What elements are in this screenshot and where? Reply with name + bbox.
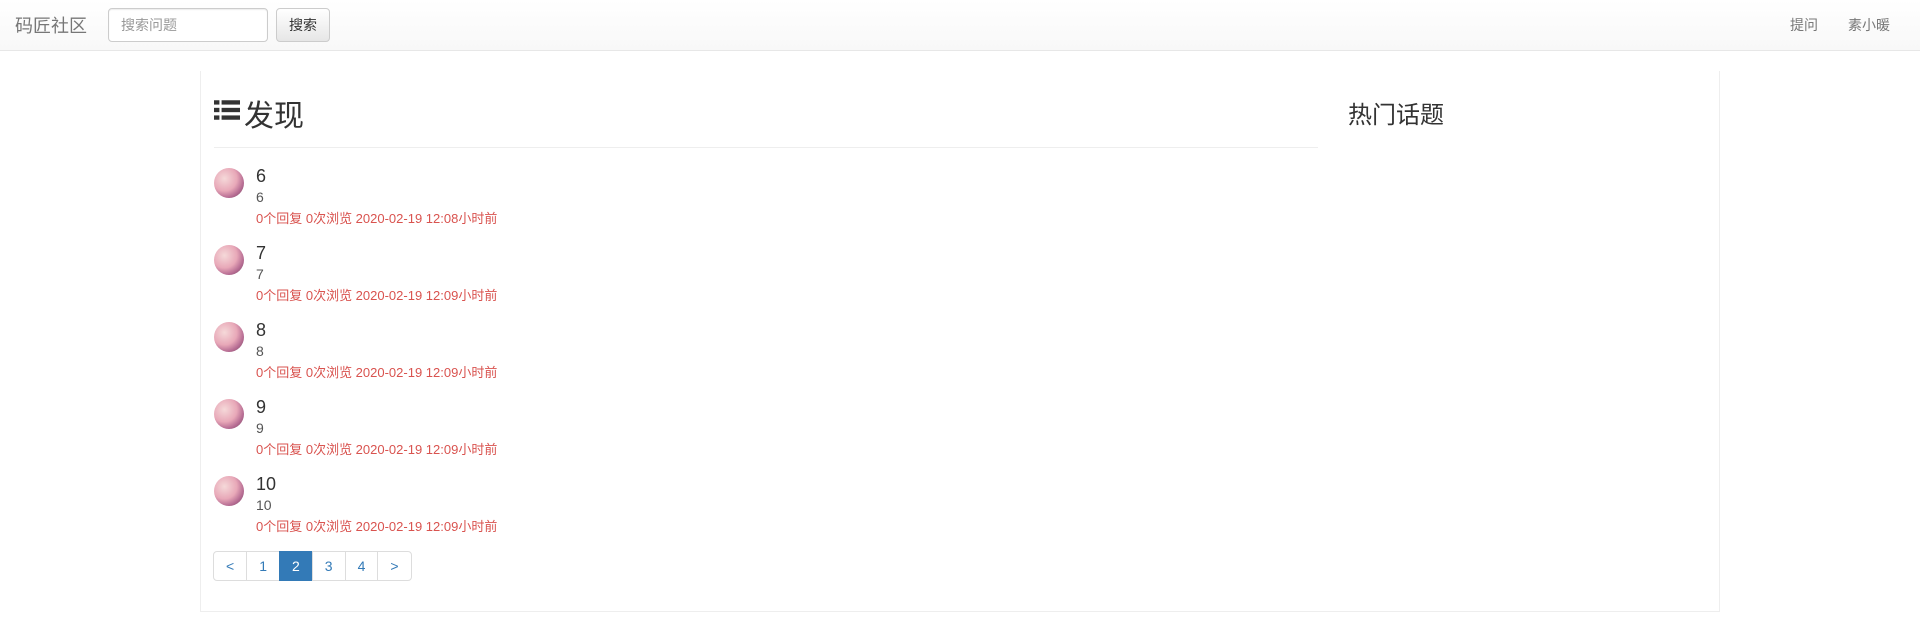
question-subtitle: 6 — [256, 189, 497, 205]
question-meta: 0个回复 0次浏览 2020-02-19 12:09小时前 — [256, 439, 497, 458]
question-meta: 0个回复 0次浏览 2020-02-19 12:08小时前 — [256, 208, 497, 227]
question-body: 8 8 0个回复 0次浏览 2020-02-19 12:09小时前 — [256, 320, 497, 381]
question-meta: 0个回复 0次浏览 2020-02-19 12:09小时前 — [256, 285, 497, 304]
brand-link[interactable]: 码匠社区 — [15, 12, 102, 38]
pagination: <1234> — [214, 551, 1318, 581]
question-meta: 0个回复 0次浏览 2020-02-19 12:09小时前 — [256, 362, 497, 381]
question-item: 8 8 0个回复 0次浏览 2020-02-19 12:09小时前 — [214, 320, 1318, 381]
avatar[interactable] — [214, 322, 244, 352]
question-item: 10 10 0个回复 0次浏览 2020-02-19 12:09小时前 — [214, 474, 1318, 535]
pagination-page-2[interactable]: 2 — [280, 552, 312, 580]
nav-ask-link[interactable]: 提问 — [1775, 0, 1833, 50]
nav-user-link[interactable]: 素小暖 — [1833, 0, 1905, 50]
question-item: 9 9 0个回复 0次浏览 2020-02-19 12:09小时前 — [214, 397, 1318, 458]
question-body: 9 9 0个回复 0次浏览 2020-02-19 12:09小时前 — [256, 397, 497, 458]
page-title: 发现 — [214, 91, 1318, 135]
avatar[interactable] — [214, 399, 244, 429]
pagination-prev[interactable]: < — [214, 552, 246, 580]
sidebar: 热门话题 — [1333, 91, 1706, 581]
question-subtitle: 9 — [256, 420, 497, 436]
question-subtitle: 10 — [256, 497, 497, 513]
avatar[interactable] — [214, 476, 244, 506]
nav-right: 提问 素小暖 — [1775, 0, 1905, 50]
question-title[interactable]: 8 — [256, 320, 497, 341]
content-container: 发现 6 6 0个回复 0次浏览 2020-02-19 12:08小时前 7 7 0个回复… — [200, 71, 1720, 612]
main-column: 发现 6 6 0个回复 0次浏览 2020-02-19 12:08小时前 7 7 0个回复… — [214, 91, 1333, 581]
pagination-page-3[interactable]: 3 — [313, 552, 345, 580]
divider — [214, 147, 1318, 148]
question-title[interactable]: 9 — [256, 397, 497, 418]
search-input[interactable] — [108, 8, 268, 42]
question-item: 7 7 0个回复 0次浏览 2020-02-19 12:09小时前 — [214, 243, 1318, 304]
avatar[interactable] — [214, 245, 244, 275]
pagination-page-1[interactable]: 1 — [247, 552, 279, 580]
question-subtitle: 8 — [256, 343, 497, 359]
list-icon — [214, 96, 244, 130]
question-body: 7 7 0个回复 0次浏览 2020-02-19 12:09小时前 — [256, 243, 497, 304]
question-title[interactable]: 7 — [256, 243, 497, 264]
pagination-next[interactable]: > — [378, 552, 410, 580]
question-title[interactable]: 10 — [256, 474, 497, 495]
question-meta: 0个回复 0次浏览 2020-02-19 12:09小时前 — [256, 516, 497, 535]
question-item: 6 6 0个回复 0次浏览 2020-02-19 12:08小时前 — [214, 166, 1318, 227]
question-subtitle: 7 — [256, 266, 497, 282]
pagination-page-4[interactable]: 4 — [346, 552, 378, 580]
question-title[interactable]: 6 — [256, 166, 497, 187]
hot-topics-title: 热门话题 — [1348, 95, 1706, 130]
avatar[interactable] — [214, 168, 244, 198]
question-list: 6 6 0个回复 0次浏览 2020-02-19 12:08小时前 7 7 0个回复 0次… — [214, 166, 1318, 535]
search-button[interactable]: 搜索 — [276, 8, 330, 42]
navbar: 码匠社区 搜索 提问 素小暖 — [0, 0, 1920, 51]
question-body: 6 6 0个回复 0次浏览 2020-02-19 12:08小时前 — [256, 166, 497, 227]
question-body: 10 10 0个回复 0次浏览 2020-02-19 12:09小时前 — [256, 474, 497, 535]
page-title-text: 发现 — [244, 91, 304, 135]
